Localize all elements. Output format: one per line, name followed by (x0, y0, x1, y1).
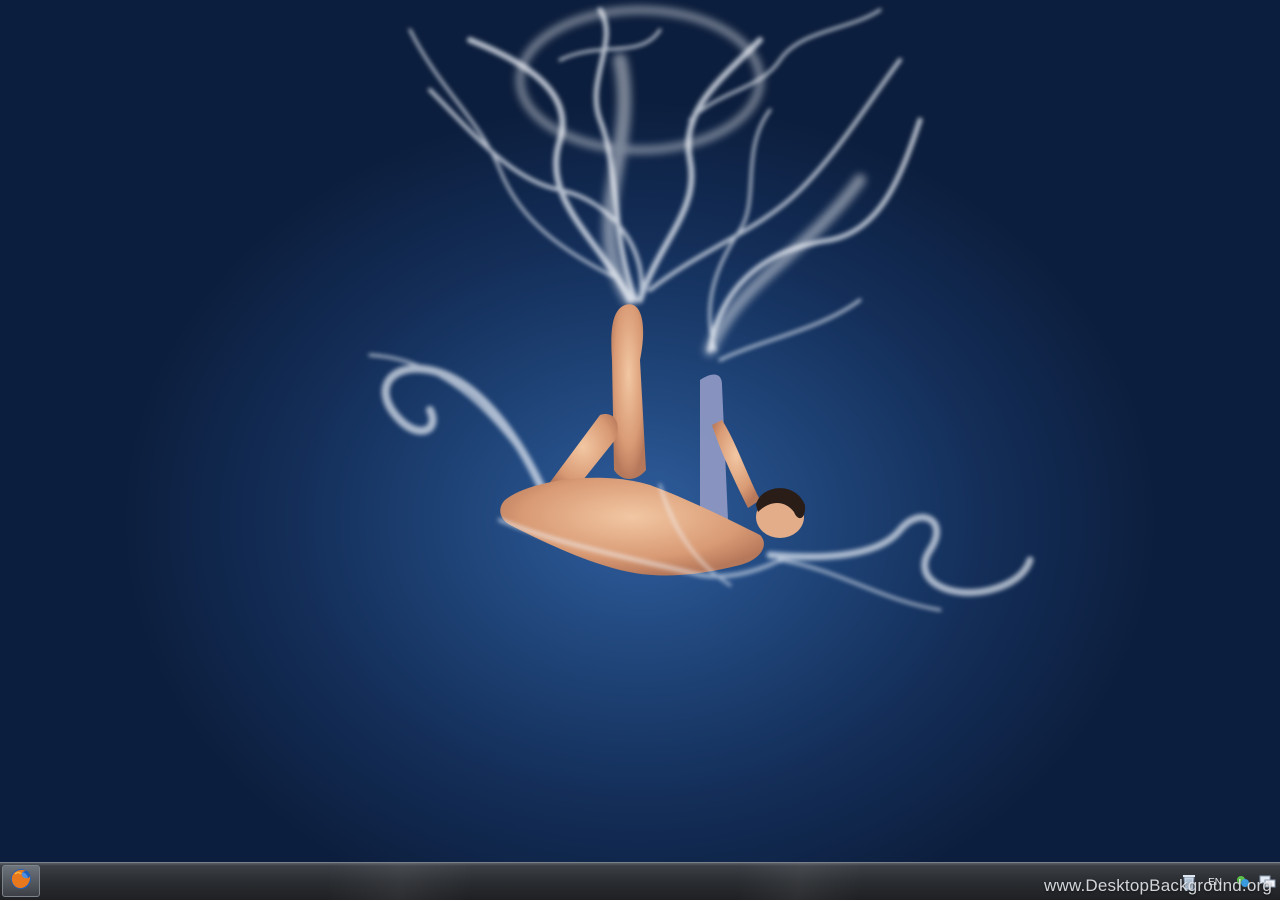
taskbar: EN www.DesktopBackground.org (0, 862, 1280, 901)
firefox-icon (9, 867, 33, 896)
firefox-launch-button[interactable] (2, 865, 40, 897)
taskbar-sheen (330, 863, 470, 901)
language-indicator[interactable]: EN (1208, 877, 1222, 888)
system-tray: EN (1174, 867, 1276, 897)
taskbar-sheen (740, 863, 860, 901)
messenger-icon[interactable] (1234, 873, 1252, 891)
desktop[interactable] (0, 0, 1280, 862)
wallpaper-image (368, 6, 1034, 612)
network-icon[interactable] (1258, 873, 1276, 891)
recycle-bin-icon[interactable] (1180, 873, 1198, 891)
